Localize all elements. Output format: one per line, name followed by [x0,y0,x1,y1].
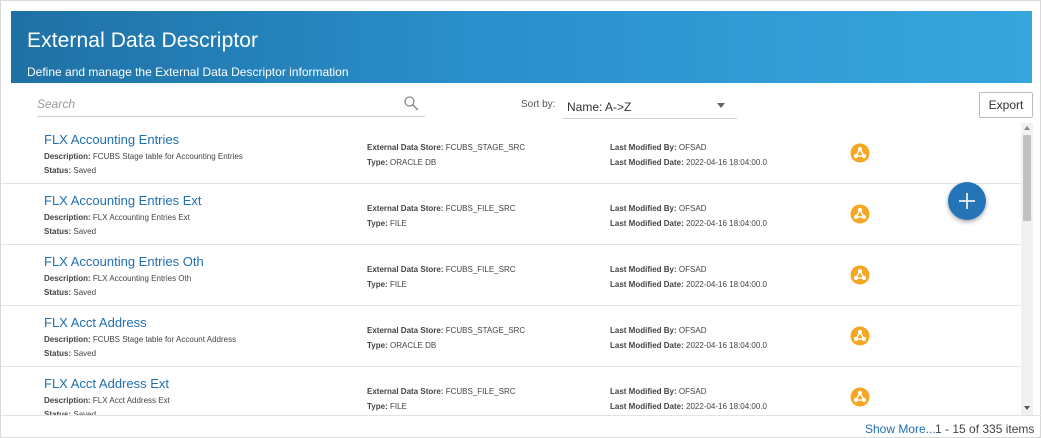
share-action-icon[interactable] [850,326,870,346]
page-title: External Data Descriptor [27,29,259,52]
descriptor-modified-by: Last Modified By: OFSAD [610,387,707,396]
descriptor-name-link[interactable]: FLX Acct Address [44,315,147,330]
descriptor-name-link[interactable]: FLX Accounting Entries [44,132,179,147]
share-action-icon[interactable] [850,387,870,407]
sort-label: Sort by: [521,99,556,110]
descriptor-store: External Data Store: FCUBS_STAGE_SRC [367,143,526,152]
descriptor-list: FLX Accounting Entries Description: FCUBS… [1,123,1021,415]
descriptor-description: Description: FLX Acct Address Ext [44,396,170,405]
descriptor-type: Type: FILE [367,219,407,228]
descriptor-modified-date: Last Modified Date: 2022-04-16 18:04:00.… [610,280,767,289]
descriptor-modified-date: Last Modified Date: 2022-04-16 18:04:00.… [610,219,767,228]
add-descriptor-button[interactable] [948,182,986,220]
list-footer: Show More... 1 - 15 of 335 items [1,415,1041,438]
share-action-icon[interactable] [850,265,870,285]
descriptor-name-link[interactable]: FLX Accounting Entries Oth [44,254,204,269]
descriptor-store: External Data Store: FCUBS_FILE_SRC [367,387,516,396]
descriptor-status: Status: Saved [44,349,97,358]
descriptor-description: Description: FCUBS Stage table for Accou… [44,152,243,161]
descriptor-store: External Data Store: FCUBS_STAGE_SRC [367,326,526,335]
descriptor-type: Type: FILE [367,402,407,411]
descriptor-name-link[interactable]: FLX Accounting Entries Ext [44,193,202,208]
list-scrollbar[interactable] [1021,123,1033,415]
descriptor-description: Description: FLX Accounting Entries Oth [44,274,192,283]
scroll-down-icon[interactable] [1024,406,1030,410]
chevron-down-icon [717,103,725,108]
descriptor-modified-date: Last Modified Date: 2022-04-16 18:04:00.… [610,341,767,350]
page-header: External Data Descriptor Define and mana… [11,11,1032,83]
table-row[interactable]: FLX Accounting Entries Oth Description: F… [1,245,1021,306]
export-button[interactable]: Export [979,92,1033,118]
descriptor-type: Type: ORACLE DB [367,158,437,167]
descriptor-type: Type: ORACLE DB [367,341,437,350]
descriptor-status: Status: Saved [44,227,97,236]
table-row[interactable]: FLX Accounting Entries Ext Description: F… [1,184,1021,245]
search-input[interactable] [37,93,397,115]
descriptor-modified-date: Last Modified Date: 2022-04-16 18:04:00.… [610,158,767,167]
descriptor-modified-by: Last Modified By: OFSAD [610,326,707,335]
share-action-icon[interactable] [850,143,870,163]
scroll-up-icon[interactable] [1024,126,1030,130]
descriptor-modified-date: Last Modified Date: 2022-04-16 18:04:00.… [610,402,767,411]
sort-value: Name: A->Z [567,100,632,114]
descriptor-status: Status: Saved [44,166,97,175]
table-row[interactable]: FLX Acct Address Description: FCUBS Stage… [1,306,1021,367]
sort-select[interactable]: Name: A->Z [563,93,737,119]
search-icon[interactable] [403,95,419,111]
descriptor-modified-by: Last Modified By: OFSAD [610,204,707,213]
scroll-thumb[interactable] [1023,135,1031,221]
descriptor-name-link[interactable]: FLX Acct Address Ext [44,376,169,391]
search-box [37,93,425,117]
table-row[interactable]: FLX Accounting Entries Description: FCUBS… [1,123,1021,184]
descriptor-modified-by: Last Modified By: OFSAD [610,143,707,152]
descriptor-status: Status: Saved [44,288,97,297]
descriptor-description: Description: FLX Accounting Entries Ext [44,213,190,222]
page-subtitle: Define and manage the External Data Desc… [27,65,349,79]
descriptor-modified-by: Last Modified By: OFSAD [610,265,707,274]
plus-icon [959,193,975,209]
show-more-link[interactable]: Show More... [865,422,936,436]
toolbar: Sort by: Name: A->Z Export [1,89,1041,123]
table-row[interactable]: FLX Acct Address Ext Description: FLX Acc… [1,367,1021,415]
descriptor-description: Description: FCUBS Stage table for Accou… [44,335,237,344]
share-action-icon[interactable] [850,204,870,224]
descriptor-type: Type: FILE [367,280,407,289]
descriptor-store: External Data Store: FCUBS_FILE_SRC [367,265,516,274]
item-count: 1 - 15 of 335 items [935,422,1035,436]
descriptor-store: External Data Store: FCUBS_FILE_SRC [367,204,516,213]
page-frame: External Data Descriptor Define and mana… [0,0,1041,438]
